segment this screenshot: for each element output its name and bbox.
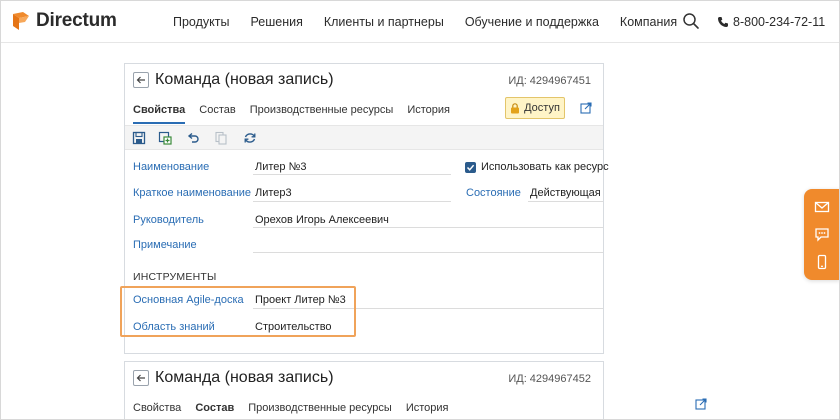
record-id-2: ИД: 4294967452 bbox=[508, 373, 591, 385]
refresh-icon[interactable] bbox=[243, 131, 257, 145]
phone-number: 8-800-234-72-11 bbox=[733, 15, 826, 29]
tab-members-2[interactable]: Состав bbox=[195, 402, 234, 419]
name-field[interactable]: Литер №3 bbox=[255, 161, 307, 173]
tab-history[interactable]: История bbox=[407, 104, 450, 124]
tab-resources[interactable]: Производственные ресурсы bbox=[250, 104, 394, 124]
state-label[interactable]: Состояние bbox=[466, 187, 521, 199]
search-icon[interactable] bbox=[682, 12, 700, 30]
card-title-2: Команда (новая запись) bbox=[155, 369, 334, 386]
tab-resources-2[interactable]: Производственные ресурсы bbox=[248, 402, 392, 419]
check-icon bbox=[466, 164, 475, 171]
undo-icon[interactable] bbox=[186, 131, 200, 145]
arrow-left-icon bbox=[136, 374, 145, 382]
tools-section-title: ИНСТРУМЕНТЫ bbox=[133, 271, 217, 283]
copy-icon[interactable] bbox=[214, 131, 228, 145]
nav-item-training[interactable]: Обучение и поддержка bbox=[465, 15, 599, 29]
chat-icon[interactable] bbox=[814, 226, 830, 242]
use-as-resource-checkbox[interactable] bbox=[465, 162, 476, 173]
tools-highlight-frame bbox=[120, 286, 356, 337]
team-card-2: Команда (новая запись) ИД: 4294967452 Св… bbox=[124, 361, 707, 419]
short-name-underline bbox=[253, 201, 451, 202]
phone-icon bbox=[718, 17, 728, 27]
open-external-icon-2[interactable] bbox=[695, 398, 707, 410]
card-title: Команда (новая запись) bbox=[155, 71, 334, 88]
mobile-phone-icon[interactable] bbox=[814, 254, 830, 270]
save-icon[interactable] bbox=[132, 131, 146, 145]
page-frame: Directum Продукты Решения Клиенты и парт… bbox=[0, 0, 840, 420]
tab-properties[interactable]: Свойства bbox=[133, 104, 186, 124]
tab-history-2[interactable]: История bbox=[406, 402, 449, 419]
mail-icon[interactable] bbox=[814, 199, 830, 215]
site-header: Directum Продукты Решения Клиенты и парт… bbox=[1, 1, 839, 43]
main-nav: Продукты Решения Клиенты и партнеры Обуч… bbox=[173, 15, 677, 29]
nav-item-clients[interactable]: Клиенты и партнеры bbox=[324, 15, 444, 29]
card-toolbar bbox=[125, 125, 603, 150]
short-name-field[interactable]: Литер3 bbox=[255, 187, 292, 199]
logo[interactable]: Directum bbox=[11, 10, 117, 32]
tab-members[interactable]: Состав bbox=[199, 104, 235, 124]
directum-logo-icon bbox=[13, 12, 29, 30]
record-id: ИД: 4294967451 bbox=[508, 75, 591, 87]
short-name-label[interactable]: Краткое наименование bbox=[133, 187, 251, 199]
save-and-close-icon[interactable] bbox=[158, 131, 172, 145]
state-underline bbox=[528, 201, 603, 202]
note-underline bbox=[253, 252, 603, 253]
lock-icon bbox=[511, 102, 520, 113]
note-label[interactable]: Примечание bbox=[133, 239, 197, 251]
card-tabs-2: Свойства Состав Производственные ресурсы… bbox=[133, 402, 449, 419]
state-field[interactable]: Действующая bbox=[530, 187, 601, 199]
nav-item-company[interactable]: Компания bbox=[620, 15, 677, 29]
use-as-resource-label: Использовать как ресурс bbox=[481, 161, 609, 173]
nav-item-solutions[interactable]: Решения bbox=[250, 15, 302, 29]
phone-link[interactable]: 8-800-234-72-11 bbox=[717, 15, 825, 29]
leader-label[interactable]: Руководитель bbox=[133, 214, 204, 226]
back-button[interactable] bbox=[133, 72, 149, 88]
card-tabs: Свойства Состав Производственные ресурсы… bbox=[133, 104, 450, 124]
arrow-left-icon bbox=[136, 76, 145, 84]
back-button-2[interactable] bbox=[133, 370, 149, 386]
tab-properties-2[interactable]: Свойства bbox=[133, 402, 181, 419]
access-button[interactable]: Доступ bbox=[505, 97, 565, 119]
logo-text: Directum bbox=[36, 10, 117, 31]
nav-item-products[interactable]: Продукты bbox=[173, 15, 229, 29]
access-label: Доступ bbox=[524, 102, 560, 114]
leader-field[interactable]: Орехов Игорь Алексеевич bbox=[255, 214, 389, 226]
contact-float-bar bbox=[804, 189, 839, 280]
leader-underline bbox=[253, 227, 603, 228]
name-label[interactable]: Наименование bbox=[133, 161, 209, 173]
name-field-underline bbox=[253, 174, 451, 175]
open-external-icon[interactable] bbox=[580, 102, 592, 114]
